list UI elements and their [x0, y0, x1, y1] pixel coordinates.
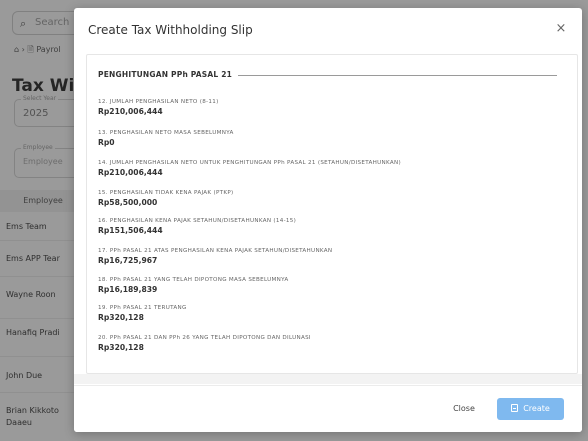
- create-button-label: Create: [523, 404, 550, 413]
- tax-item-15: 15. PENGHASILAN TIDAK KENA PAJAK (PTKP) …: [98, 190, 234, 207]
- modal-header: Create Tax Withholding Slip ×: [74, 8, 582, 52]
- tax-item-18: 18. PPh PASAL 21 YANG TELAH DIPOTONG MAS…: [98, 277, 289, 294]
- tax-item-20: 20. PPh PASAL 21 DAN PPh 26 YANG TELAH D…: [98, 335, 311, 352]
- section-divider: [220, 75, 557, 76]
- close-icon[interactable]: ×: [554, 22, 568, 36]
- horizontal-scrollbar[interactable]: [74, 374, 582, 384]
- close-button[interactable]: Close: [444, 398, 484, 420]
- create-button[interactable]: Create: [497, 398, 564, 420]
- modal-footer: Close Create: [74, 385, 582, 432]
- section-title: PENGHITUNGAN PPh PASAL 21: [98, 70, 239, 79]
- modal-title: Create Tax Withholding Slip: [88, 23, 253, 37]
- modal-body[interactable]: PENGHITUNGAN PPh PASAL 21 12. JUMLAH PEN…: [86, 54, 578, 374]
- tax-item-17: 17. PPh PASAL 21 ATAS PENGHASILAN KENA P…: [98, 248, 333, 265]
- create-tax-slip-dialog: Create Tax Withholding Slip × PENGHITUNG…: [74, 8, 582, 432]
- tax-item-19: 19. PPh PASAL 21 TERUTANG Rp320,128: [98, 305, 187, 322]
- tax-item-12: 12. JUMLAH PENGHASILAN NETO (8-11) Rp210…: [98, 99, 219, 116]
- tax-item-16: 16. PENGHASILAN KENA PAJAK SETAHUN/DISET…: [98, 218, 297, 235]
- tax-item-13: 13. PENGHASILAN NETO MASA SEBELUMNYA Rp0: [98, 130, 234, 147]
- section-header: PENGHITUNGAN PPh PASAL 21: [98, 70, 557, 82]
- tax-item-14: 14. JUMLAH PENGHASILAN NETO UNTUK PENGHI…: [98, 160, 401, 177]
- document-icon: [511, 404, 519, 412]
